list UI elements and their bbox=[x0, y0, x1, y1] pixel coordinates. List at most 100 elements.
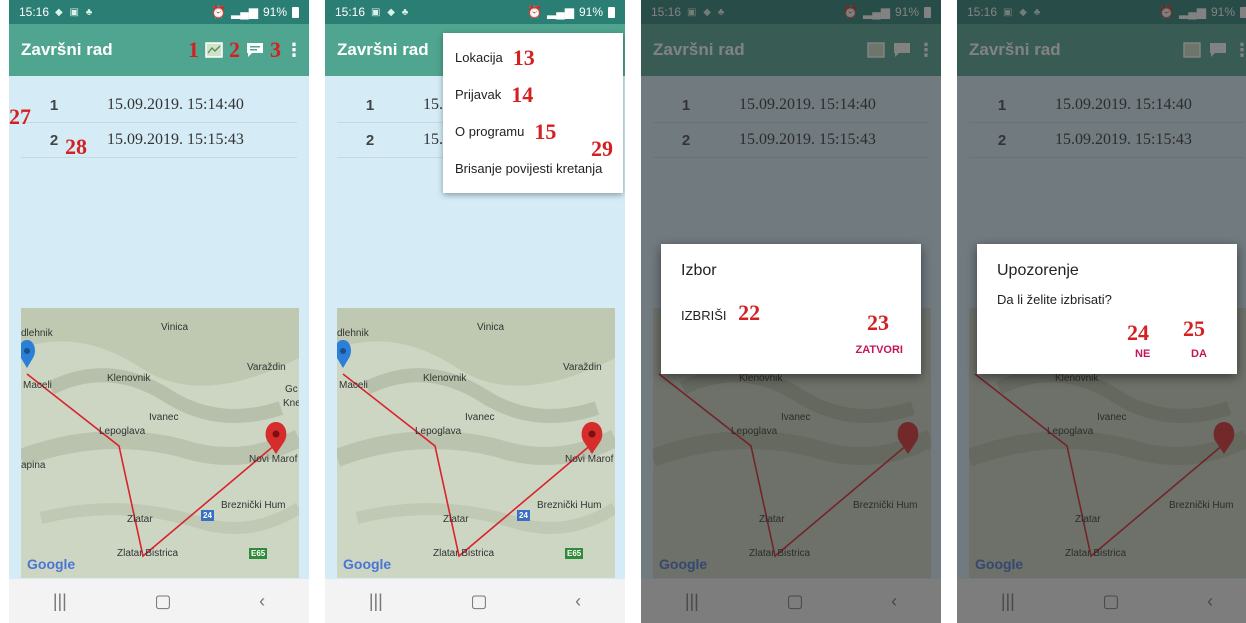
screen-menu: 15:16 ▣ ◆ ♣ ⏰ ▂▄▆ 91% Završni rad 1 15.0… bbox=[325, 0, 625, 623]
google-logo: Google bbox=[27, 556, 76, 572]
list-item[interactable]: 2 15.09.2019. 15:15:43 bbox=[21, 123, 297, 158]
app-title: Završni rad bbox=[337, 40, 429, 59]
annotation-14: 14 bbox=[511, 81, 534, 107]
list-item-timestamp: 15.09.2019. 15:14:40 bbox=[107, 96, 244, 113]
annotation-28: 28 bbox=[65, 134, 87, 159]
annotation-24: 24 bbox=[1127, 320, 1149, 345]
screen-main: 15:16 ◆ ▣ ♣ ⏰ ▂▄▆ 91% Završni rad 1 2 3 … bbox=[9, 0, 309, 623]
annotation-27: 27 bbox=[9, 104, 31, 129]
notification-icons: ▣ ◆ ♣ bbox=[371, 6, 411, 18]
app-bar: Završni rad 1 2 3 ⋮ bbox=[9, 24, 309, 76]
signal-icon: ▂▄▆ bbox=[547, 5, 574, 19]
place-label: Varaždin bbox=[247, 362, 286, 373]
delete-option-label: IZBRIŠI bbox=[681, 308, 727, 323]
annotation-22: 22 bbox=[738, 300, 761, 325]
delete-option[interactable]: IZBRIŠI 22 bbox=[681, 300, 760, 326]
place-label: Ivanec bbox=[465, 412, 495, 423]
place-label: Lepoglava bbox=[415, 426, 462, 437]
road-badge: E65 bbox=[565, 548, 584, 559]
app-title: Završni rad bbox=[21, 40, 113, 59]
place-label: Maceli bbox=[23, 380, 52, 391]
list-item-index: 2 bbox=[49, 131, 59, 149]
road-badge: E65 bbox=[249, 548, 268, 559]
system-nav-bar: ||| ▢ ‹ bbox=[325, 579, 625, 623]
menu-item-brisanje[interactable]: Brisanje povijesti kretanja 29 bbox=[443, 136, 623, 187]
no-button[interactable]: NE bbox=[1135, 348, 1150, 360]
battery-level: 91% bbox=[262, 5, 287, 19]
place-label: dlehnik bbox=[21, 328, 53, 339]
dialog-title: Izbor bbox=[681, 262, 717, 279]
choice-dialog: Izbor IZBRIŠI 22 23 ZATVORI bbox=[661, 244, 921, 374]
annotation-29: 29 bbox=[591, 136, 613, 161]
place-label: Vinica bbox=[477, 322, 505, 333]
back-icon[interactable]: ‹ bbox=[575, 591, 581, 612]
battery-icon bbox=[608, 6, 615, 18]
annotation-13: 13 bbox=[512, 44, 535, 70]
close-button[interactable]: ZATVORI bbox=[856, 344, 903, 356]
signal-icon: ▂▄▆ bbox=[231, 5, 258, 19]
menu-item-label: Prijavak bbox=[455, 87, 502, 102]
map-icon[interactable] bbox=[203, 39, 225, 61]
more-vert-icon[interactable]: ⋮ bbox=[285, 41, 303, 59]
battery-level: 91% bbox=[578, 5, 603, 19]
place-label: Varaždin bbox=[563, 362, 602, 373]
place-label: Zlatar Bistrica bbox=[433, 548, 495, 559]
alarm-icon: ⏰ bbox=[211, 5, 226, 19]
annotation-23: 23 bbox=[867, 310, 889, 335]
status-bar: 15:16 ◆ ▣ ♣ ⏰ ▂▄▆ 91% bbox=[9, 0, 309, 24]
back-icon[interactable]: ‹ bbox=[259, 591, 265, 612]
road-badge: 24 bbox=[517, 510, 530, 521]
place-label: Maceli bbox=[339, 380, 368, 391]
screen-choice-dialog: 15:16 ▣ ◆ ♣ ⏰ ▂▄▆ 91% Završni rad ⋮ 1 15… bbox=[641, 0, 941, 623]
warning-dialog: Upozorenje Da li želite izbrisati? 24 25… bbox=[977, 244, 1237, 374]
list-item-timestamp: 15.09.2019. 15:15:43 bbox=[107, 131, 244, 148]
overflow-menu: Lokacija 13 Prijavak 14 O programu 15 Br… bbox=[443, 33, 623, 193]
place-label: dlehnik bbox=[337, 328, 369, 339]
annotation-1: 1 bbox=[188, 37, 199, 62]
battery-icon bbox=[292, 6, 299, 18]
menu-item-prijavak[interactable]: Prijavak 14 bbox=[443, 76, 623, 113]
place-label: apina bbox=[21, 460, 46, 471]
status-time: 15:16 bbox=[335, 5, 366, 19]
home-icon[interactable]: ▢ bbox=[470, 591, 487, 612]
menu-item-lokacija[interactable]: Lokacija 13 bbox=[443, 39, 623, 76]
road-badge: 24 bbox=[201, 510, 214, 521]
route-map[interactable]: dlehnik Vinica Varaždin Klenovnik Maceli… bbox=[21, 308, 299, 578]
recent-apps-icon[interactable]: ||| bbox=[53, 591, 67, 612]
place-label: Vinica bbox=[161, 322, 189, 333]
annotation-15: 15 bbox=[534, 118, 557, 144]
system-nav-bar: ||| ▢ ‹ bbox=[9, 579, 309, 623]
history-list: 1 15.09.2019. 15:14:40 2 15.09.2019. 15:… bbox=[21, 88, 297, 158]
place-label: Breznički Hum bbox=[221, 500, 286, 511]
place-label: Ivanec bbox=[149, 412, 179, 423]
place-label: Lepoglava bbox=[99, 426, 146, 437]
annotation-25: 25 bbox=[1183, 316, 1205, 341]
menu-item-label: Lokacija bbox=[455, 50, 503, 65]
annotation-2: 2 bbox=[229, 37, 240, 62]
place-label: Klenovnik bbox=[107, 373, 151, 384]
place-label: Zlatar bbox=[127, 514, 153, 525]
screen-warning-dialog: 15:16 ▣ ◆ ♣ ⏰ ▂▄▆ 91% Završni rad ⋮ 1 15… bbox=[957, 0, 1246, 623]
menu-item-label: O programu bbox=[455, 124, 525, 139]
notification-icons: ◆ ▣ ♣ bbox=[55, 6, 95, 18]
google-logo: Google bbox=[343, 556, 392, 572]
yes-button[interactable]: DA bbox=[1191, 348, 1207, 360]
place-label: Zlatar bbox=[443, 514, 469, 525]
place-label: Gc bbox=[285, 384, 298, 395]
alarm-icon: ⏰ bbox=[527, 5, 542, 19]
place-label: Zlatar Bistrica bbox=[117, 548, 179, 559]
place-label: Klenovnik bbox=[423, 373, 467, 384]
status-bar: 15:16 ▣ ◆ ♣ ⏰ ▂▄▆ 91% bbox=[325, 0, 625, 24]
dialog-message: Da li želite izbrisati? bbox=[997, 292, 1112, 307]
home-icon[interactable]: ▢ bbox=[154, 591, 171, 612]
place-label: Breznički Hum bbox=[537, 500, 602, 511]
message-icon[interactable] bbox=[244, 39, 266, 61]
route-map[interactable]: dlehnik Vinica Varaždin Klenovnik Maceli… bbox=[337, 308, 615, 578]
place-label: Novi Marof bbox=[565, 454, 614, 465]
list-item-index: 2 bbox=[365, 131, 375, 149]
place-label: Novi Marof bbox=[249, 454, 298, 465]
list-item[interactable]: 1 15.09.2019. 15:14:40 bbox=[21, 88, 297, 123]
status-time: 15:16 bbox=[19, 5, 50, 19]
annotation-3: 3 bbox=[270, 37, 281, 62]
recent-apps-icon[interactable]: ||| bbox=[369, 591, 383, 612]
